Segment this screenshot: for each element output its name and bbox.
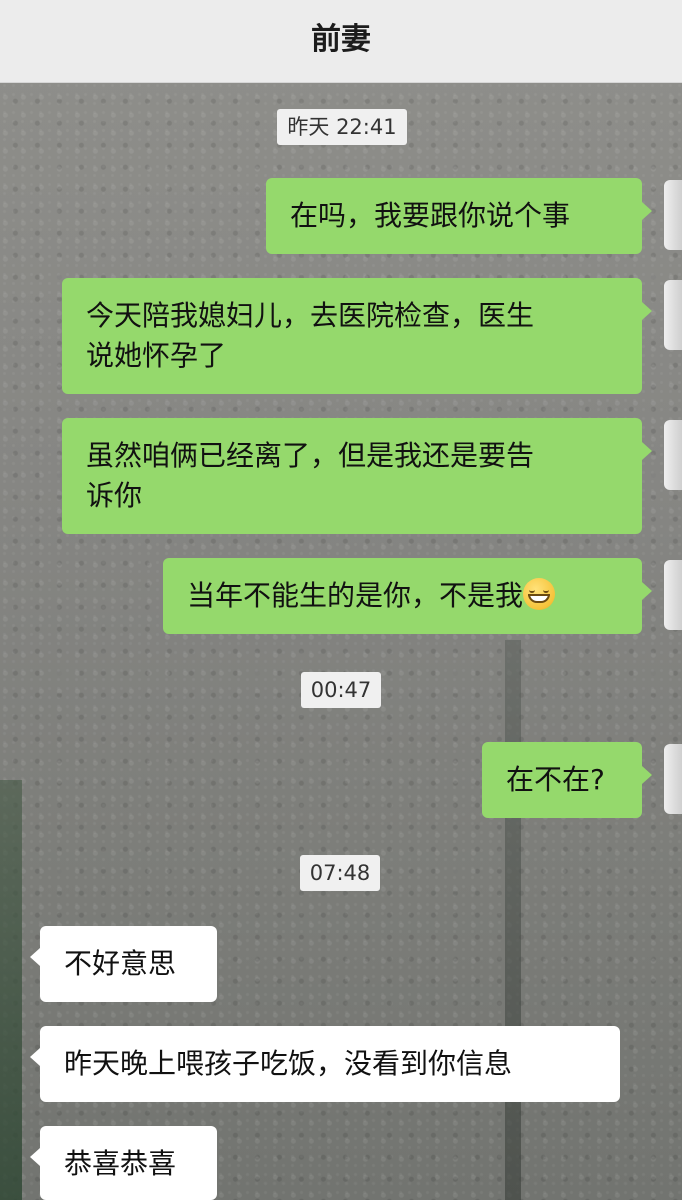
message-text-line: 今天陪我媳妇儿，去医院检查，医生 [86, 299, 535, 332]
received-message[interactable]: 昨天晚上喂孩子吃饭，没看到你信息 [30, 1026, 620, 1102]
chat-title: 前妻 [311, 22, 371, 57]
message-text: 恭喜恭喜 [64, 1147, 177, 1180]
timestamp: 00:47 [301, 672, 381, 708]
sent-message[interactable]: 当年不能生的是你，不是我 [163, 558, 652, 634]
message-text-line: 虽然咱俩已经离了，但是我还是要告 [86, 439, 535, 472]
window-streak [505, 640, 521, 1200]
received-message[interactable]: 恭喜恭喜 [30, 1126, 217, 1200]
sent-message[interactable]: 在不在? [482, 742, 652, 818]
timestamp: 07:48 [300, 855, 380, 891]
message-text: 在不在? [506, 763, 605, 796]
message-text-line: 说她怀孕了 [86, 339, 227, 372]
message-text: 昨天晚上喂孩子吃饭，没看到你信息 [64, 1047, 513, 1080]
message-text-line: 诉你 [86, 479, 143, 512]
self-avatar[interactable] [664, 420, 682, 490]
self-avatar[interactable] [664, 180, 682, 250]
self-avatar[interactable] [664, 560, 682, 630]
message-text: 不好意思 [64, 947, 177, 980]
message-text: 在吗，我要跟你说个事 [290, 199, 571, 232]
timestamp: 昨天 22:41 [277, 109, 407, 145]
grinning-face-icon [523, 578, 556, 610]
chat-header: 前妻 [0, 0, 682, 83]
received-message[interactable]: 不好意思 [30, 926, 217, 1002]
sent-message[interactable]: 在吗，我要跟你说个事 [266, 178, 652, 254]
self-avatar[interactable] [664, 744, 682, 814]
self-avatar[interactable] [664, 280, 682, 350]
message-text: 当年不能生的是你，不是我 [187, 579, 524, 612]
background-plant [0, 780, 22, 1200]
sent-message[interactable]: 虽然咱俩已经离了，但是我还是要告 诉你 [62, 418, 652, 534]
sent-message[interactable]: 今天陪我媳妇儿，去医院检查，医生 说她怀孕了 [62, 278, 652, 394]
